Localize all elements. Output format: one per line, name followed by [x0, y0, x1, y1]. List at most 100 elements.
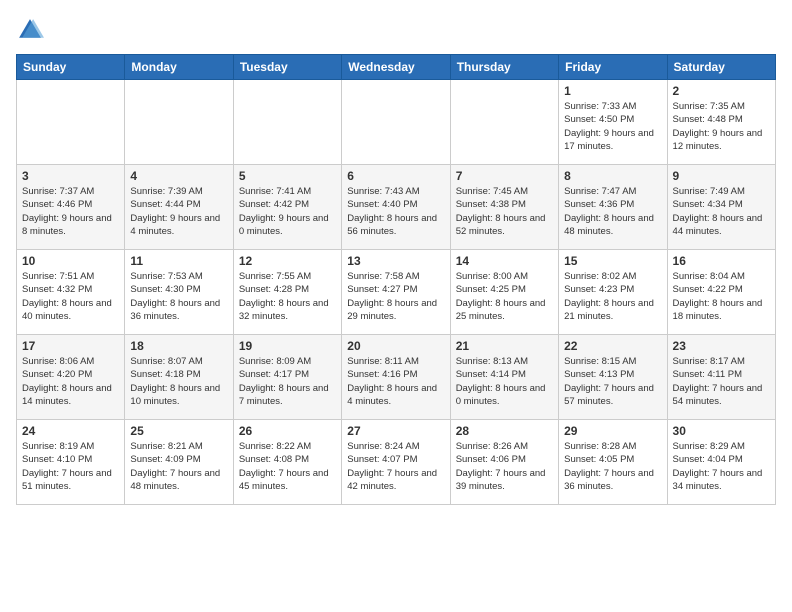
col-sunday: Sunday: [17, 55, 125, 80]
calendar-week-row: 3 Sunrise: 7:37 AM Sunset: 4:46 PM Daylig…: [17, 165, 776, 250]
calendar-table: Sunday Monday Tuesday Wednesday Thursday…: [16, 54, 776, 505]
day-number: 11: [130, 254, 227, 268]
table-row: 1 Sunrise: 7:33 AM Sunset: 4:50 PM Daylig…: [559, 80, 667, 165]
table-row: 20 Sunrise: 8:11 AM Sunset: 4:16 PM Dayli…: [342, 335, 450, 420]
day-info: Sunrise: 8:28 AM Sunset: 4:05 PM Dayligh…: [564, 440, 661, 493]
col-saturday: Saturday: [667, 55, 775, 80]
table-row: 3 Sunrise: 7:37 AM Sunset: 4:46 PM Daylig…: [17, 165, 125, 250]
day-info: Sunrise: 8:24 AM Sunset: 4:07 PM Dayligh…: [347, 440, 444, 493]
day-info: Sunrise: 7:37 AM Sunset: 4:46 PM Dayligh…: [22, 185, 119, 238]
day-number: 15: [564, 254, 661, 268]
day-number: 12: [239, 254, 336, 268]
day-number: 19: [239, 339, 336, 353]
day-number: 7: [456, 169, 553, 183]
day-number: 5: [239, 169, 336, 183]
table-row: 16 Sunrise: 8:04 AM Sunset: 4:22 PM Dayli…: [667, 250, 775, 335]
table-row: 8 Sunrise: 7:47 AM Sunset: 4:36 PM Daylig…: [559, 165, 667, 250]
day-info: Sunrise: 7:35 AM Sunset: 4:48 PM Dayligh…: [673, 100, 770, 153]
day-number: 14: [456, 254, 553, 268]
table-row: 14 Sunrise: 8:00 AM Sunset: 4:25 PM Dayli…: [450, 250, 558, 335]
day-info: Sunrise: 7:41 AM Sunset: 4:42 PM Dayligh…: [239, 185, 336, 238]
table-row: 25 Sunrise: 8:21 AM Sunset: 4:09 PM Dayli…: [125, 420, 233, 505]
table-row: 29 Sunrise: 8:28 AM Sunset: 4:05 PM Dayli…: [559, 420, 667, 505]
day-number: 20: [347, 339, 444, 353]
day-info: Sunrise: 7:53 AM Sunset: 4:30 PM Dayligh…: [130, 270, 227, 323]
table-row: 11 Sunrise: 7:53 AM Sunset: 4:30 PM Dayli…: [125, 250, 233, 335]
table-row: 23 Sunrise: 8:17 AM Sunset: 4:11 PM Dayli…: [667, 335, 775, 420]
table-row: 15 Sunrise: 8:02 AM Sunset: 4:23 PM Dayli…: [559, 250, 667, 335]
day-number: 4: [130, 169, 227, 183]
day-number: 9: [673, 169, 770, 183]
day-number: 3: [22, 169, 119, 183]
col-friday: Friday: [559, 55, 667, 80]
day-info: Sunrise: 7:33 AM Sunset: 4:50 PM Dayligh…: [564, 100, 661, 153]
day-info: Sunrise: 8:15 AM Sunset: 4:13 PM Dayligh…: [564, 355, 661, 408]
day-info: Sunrise: 7:55 AM Sunset: 4:28 PM Dayligh…: [239, 270, 336, 323]
table-row: 27 Sunrise: 8:24 AM Sunset: 4:07 PM Dayli…: [342, 420, 450, 505]
day-number: 2: [673, 84, 770, 98]
header-row: Sunday Monday Tuesday Wednesday Thursday…: [17, 55, 776, 80]
calendar-header: Sunday Monday Tuesday Wednesday Thursday…: [17, 55, 776, 80]
table-row: [125, 80, 233, 165]
page: Sunday Monday Tuesday Wednesday Thursday…: [0, 0, 792, 612]
day-number: 13: [347, 254, 444, 268]
table-row: 22 Sunrise: 8:15 AM Sunset: 4:13 PM Dayli…: [559, 335, 667, 420]
table-row: 10Sunrise: 7:51 AM Sunset: 4:32 PM Dayli…: [17, 250, 125, 335]
table-row: 4 Sunrise: 7:39 AM Sunset: 4:44 PM Daylig…: [125, 165, 233, 250]
day-number: 6: [347, 169, 444, 183]
day-info: Sunrise: 8:29 AM Sunset: 4:04 PM Dayligh…: [673, 440, 770, 493]
col-wednesday: Wednesday: [342, 55, 450, 80]
day-info: Sunrise: 8:19 AM Sunset: 4:10 PM Dayligh…: [22, 440, 119, 493]
table-row: 24 Sunrise: 8:19 AM Sunset: 4:10 PM Dayli…: [17, 420, 125, 505]
calendar-week-row: 24 Sunrise: 8:19 AM Sunset: 4:10 PM Dayli…: [17, 420, 776, 505]
day-number: 22: [564, 339, 661, 353]
day-info: Sunrise: 8:06 AM Sunset: 4:20 PM Dayligh…: [22, 355, 119, 408]
calendar-body: 1 Sunrise: 7:33 AM Sunset: 4:50 PM Daylig…: [17, 80, 776, 505]
table-row: 21 Sunrise: 8:13 AM Sunset: 4:14 PM Dayli…: [450, 335, 558, 420]
col-tuesday: Tuesday: [233, 55, 341, 80]
day-number: 17: [22, 339, 119, 353]
day-info: Sunrise: 8:11 AM Sunset: 4:16 PM Dayligh…: [347, 355, 444, 408]
day-info: Sunrise: 7:47 AM Sunset: 4:36 PM Dayligh…: [564, 185, 661, 238]
day-number: 16: [673, 254, 770, 268]
table-row: 5 Sunrise: 7:41 AM Sunset: 4:42 PM Daylig…: [233, 165, 341, 250]
day-info: Sunrise: 8:07 AM Sunset: 4:18 PM Dayligh…: [130, 355, 227, 408]
table-row: 13Sunrise: 7:58 AM Sunset: 4:27 PM Dayli…: [342, 250, 450, 335]
day-number: 10: [22, 254, 119, 268]
day-number: 29: [564, 424, 661, 438]
table-row: 26 Sunrise: 8:22 AM Sunset: 4:08 PM Dayli…: [233, 420, 341, 505]
day-info: Sunrise: 8:26 AM Sunset: 4:06 PM Dayligh…: [456, 440, 553, 493]
header: [16, 16, 776, 44]
calendar-week-row: 10Sunrise: 7:51 AM Sunset: 4:32 PM Dayli…: [17, 250, 776, 335]
day-number: 18: [130, 339, 227, 353]
day-number: 27: [347, 424, 444, 438]
day-info: Sunrise: 7:43 AM Sunset: 4:40 PM Dayligh…: [347, 185, 444, 238]
logo: [16, 16, 48, 44]
calendar-week-row: 1 Sunrise: 7:33 AM Sunset: 4:50 PM Daylig…: [17, 80, 776, 165]
table-row: 2 Sunrise: 7:35 AM Sunset: 4:48 PM Daylig…: [667, 80, 775, 165]
table-row: 19Sunrise: 8:09 AM Sunset: 4:17 PM Dayli…: [233, 335, 341, 420]
table-row: [17, 80, 125, 165]
day-number: 21: [456, 339, 553, 353]
day-info: Sunrise: 7:39 AM Sunset: 4:44 PM Dayligh…: [130, 185, 227, 238]
day-info: Sunrise: 8:21 AM Sunset: 4:09 PM Dayligh…: [130, 440, 227, 493]
day-info: Sunrise: 8:13 AM Sunset: 4:14 PM Dayligh…: [456, 355, 553, 408]
day-info: Sunrise: 8:22 AM Sunset: 4:08 PM Dayligh…: [239, 440, 336, 493]
table-row: 9Sunrise: 7:49 AM Sunset: 4:34 PM Daylig…: [667, 165, 775, 250]
day-number: 23: [673, 339, 770, 353]
day-number: 30: [673, 424, 770, 438]
day-number: 25: [130, 424, 227, 438]
table-row: 12 Sunrise: 7:55 AM Sunset: 4:28 PM Dayli…: [233, 250, 341, 335]
day-number: 1: [564, 84, 661, 98]
day-info: Sunrise: 8:02 AM Sunset: 4:23 PM Dayligh…: [564, 270, 661, 323]
day-info: Sunrise: 8:17 AM Sunset: 4:11 PM Dayligh…: [673, 355, 770, 408]
day-number: 24: [22, 424, 119, 438]
table-row: [450, 80, 558, 165]
day-number: 26: [239, 424, 336, 438]
day-number: 8: [564, 169, 661, 183]
col-thursday: Thursday: [450, 55, 558, 80]
table-row: 17 Sunrise: 8:06 AM Sunset: 4:20 PM Dayli…: [17, 335, 125, 420]
day-info: Sunrise: 8:00 AM Sunset: 4:25 PM Dayligh…: [456, 270, 553, 323]
day-info: Sunrise: 8:04 AM Sunset: 4:22 PM Dayligh…: [673, 270, 770, 323]
table-row: 28Sunrise: 8:26 AM Sunset: 4:06 PM Dayli…: [450, 420, 558, 505]
